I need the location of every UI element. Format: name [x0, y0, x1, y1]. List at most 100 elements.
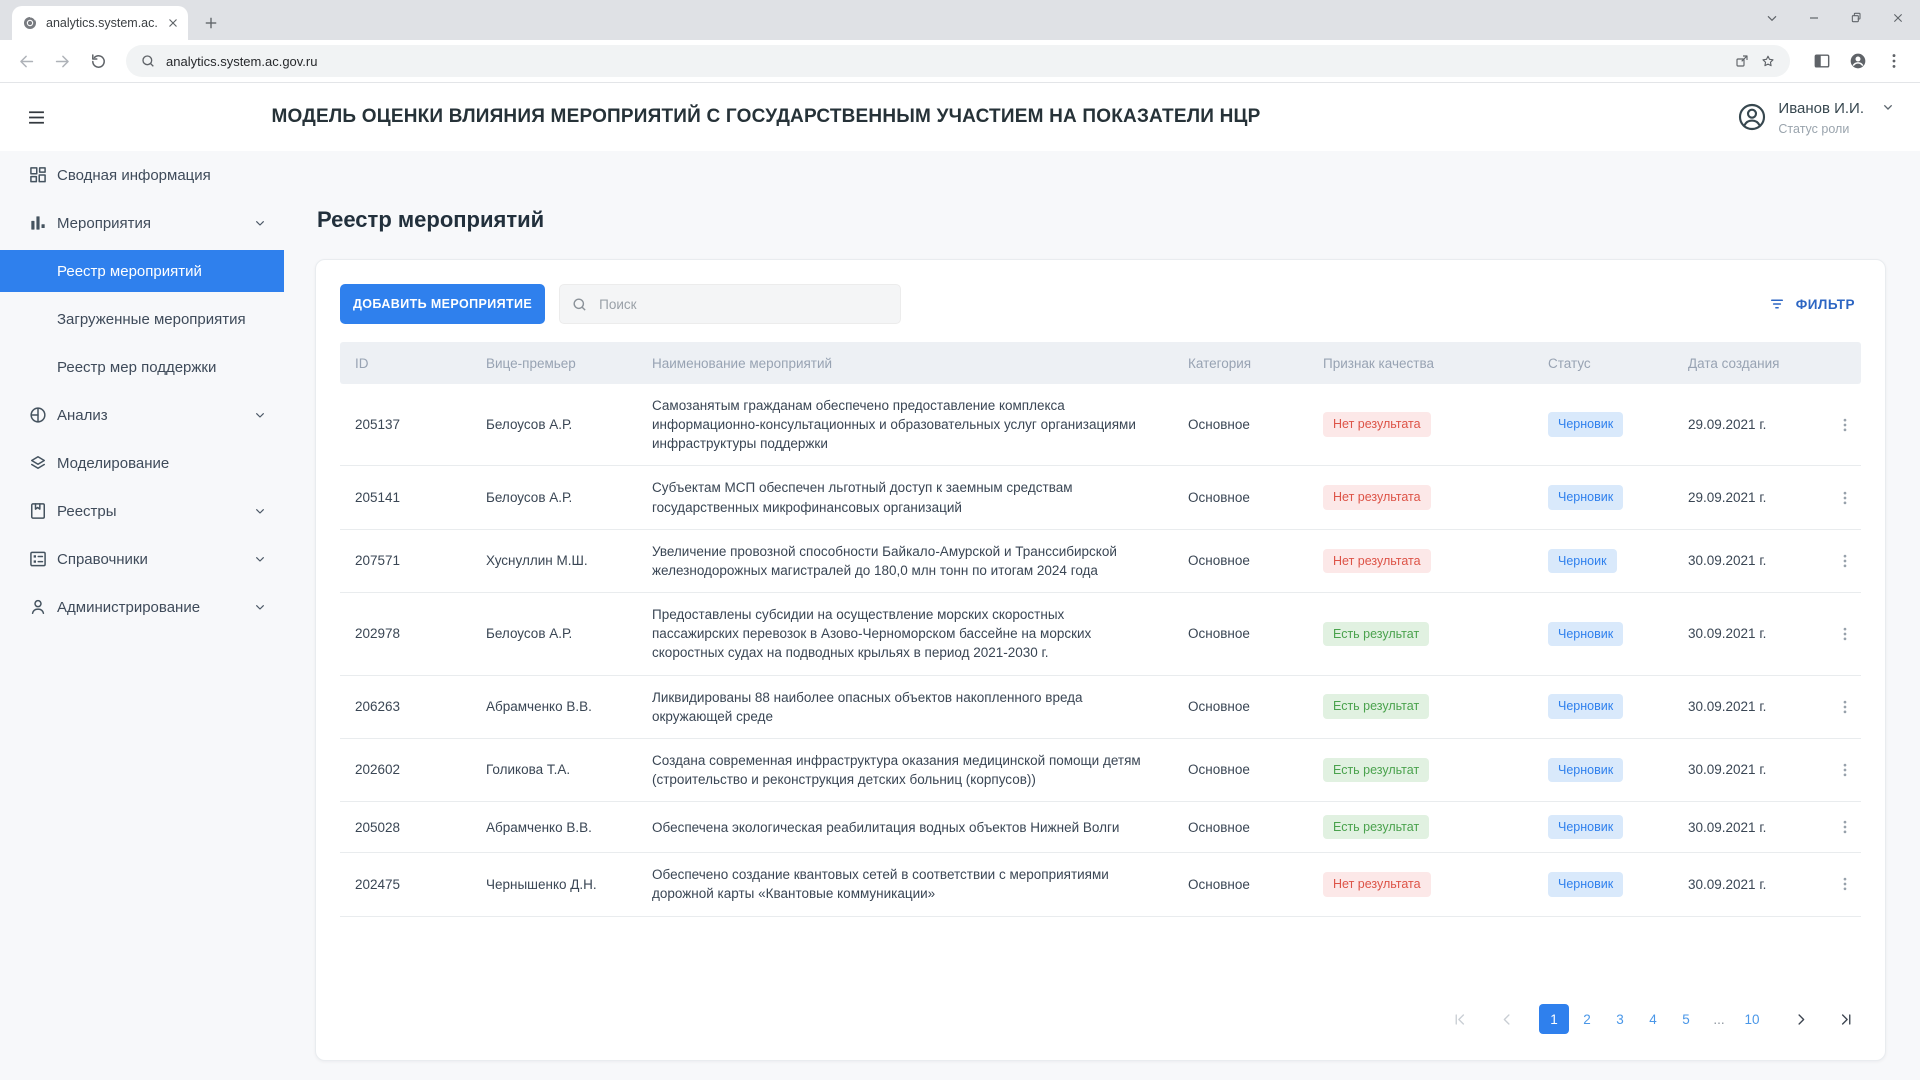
app-header: МОДЕЛЬ ОЦЕНКИ ВЛИЯНИЯ МЕРОПРИЯТИЙ С ГОСУ… — [0, 83, 1920, 151]
browser-tab[interactable]: analytics.system.ac... — [12, 6, 188, 40]
chevron-down-icon[interactable] — [1880, 99, 1896, 119]
back-icon[interactable] — [12, 47, 40, 75]
cell-id: 202978 — [355, 624, 486, 643]
row-actions-button[interactable] — [1832, 757, 1858, 783]
status-badge: Черноик — [1548, 549, 1617, 574]
new-tab-button[interactable] — [202, 14, 220, 32]
table-row: 202475Чернышенко Д.Н.Обеспечено создание… — [340, 853, 1861, 916]
table-row: 207571Хуснуллин М.Ш.Увеличение провозной… — [340, 530, 1861, 593]
bar-chart-icon — [28, 213, 48, 233]
page-button-3[interactable]: 3 — [1605, 1004, 1635, 1034]
row-actions-button[interactable] — [1832, 694, 1858, 720]
sidebar-item-events-registry[interactable]: Реестр мероприятий — [0, 250, 284, 292]
user-menu[interactable]: Иванов И.И. Статус роли — [1476, 99, 1896, 136]
page-button-2[interactable]: 2 — [1572, 1004, 1602, 1034]
quality-badge: Есть результат — [1323, 815, 1429, 840]
cell-vice-premier: Белоусов А.Р. — [486, 624, 652, 643]
page-button-5[interactable]: 5 — [1671, 1004, 1701, 1034]
pagination-next-page-button[interactable] — [1786, 1004, 1816, 1034]
browser-menu-icon[interactable] — [1884, 51, 1904, 71]
sidebar-item-events[interactable]: Мероприятия — [0, 199, 284, 247]
cell-vice-premier: Белоусов А.Р. — [486, 415, 652, 434]
window-close-icon[interactable] — [1890, 10, 1906, 31]
kebab-icon — [1836, 761, 1854, 779]
pagination-first-page-button[interactable] — [1445, 1004, 1475, 1034]
quality-badge: Нет результата — [1323, 412, 1431, 437]
row-actions-button[interactable] — [1832, 412, 1858, 438]
cell-vice-premier: Чернышенко Д.Н. — [486, 875, 652, 894]
cell-event-name: Предоставлены субсидии на осуществление … — [652, 605, 1188, 662]
sidebar-item-analysis[interactable]: Анализ — [0, 391, 284, 439]
sidebar-item-administration[interactable]: Администрирование — [0, 583, 284, 631]
row-actions-button[interactable] — [1832, 621, 1858, 647]
bookmark-star-icon[interactable] — [1760, 53, 1776, 69]
cell-id: 205137 — [355, 415, 486, 434]
sidebar-item-modeling[interactable]: Моделирование — [0, 439, 284, 487]
kebab-icon — [1836, 552, 1854, 570]
row-actions-button[interactable] — [1832, 814, 1858, 840]
kebab-icon — [1836, 625, 1854, 643]
share-icon[interactable] — [1734, 53, 1750, 69]
add-event-button[interactable]: ДОБАВИТЬ МЕРОПРИЯТИЕ — [340, 284, 545, 324]
browser-profile-icon[interactable] — [1848, 51, 1868, 71]
sidebar-item-label: Мероприятия — [57, 215, 151, 232]
page-button-10[interactable]: 10 — [1737, 1004, 1767, 1034]
sidebar-item-support-measures-registry[interactable]: Реестр мер поддержки — [0, 343, 284, 391]
pie-chart-icon — [28, 405, 48, 425]
tab-close-icon[interactable] — [166, 16, 180, 30]
sidebar-item-label: Сводная информация — [57, 167, 211, 184]
sidebar-item-label: Моделирование — [57, 455, 169, 472]
cell-date: 30.09.2021 г. — [1688, 551, 1828, 570]
sidebar-item-directories[interactable]: Справочники — [0, 535, 284, 583]
quality-badge: Есть результат — [1323, 694, 1429, 719]
table-row: 202602Голикова Т.А.Создана современная и… — [340, 739, 1861, 802]
cell-date: 29.09.2021 г. — [1688, 488, 1828, 507]
status-badge: Черновик — [1548, 815, 1623, 840]
page-button-1[interactable]: 1 — [1539, 1004, 1569, 1034]
sidebar-item-label: Анализ — [57, 407, 108, 424]
menu-hamburger-icon[interactable] — [16, 97, 56, 137]
row-actions-button[interactable] — [1832, 548, 1858, 574]
sidebar-item-label: Справочники — [57, 551, 148, 568]
window-menu-chevron-icon[interactable] — [1764, 10, 1780, 31]
sidebar-item-uploaded-events[interactable]: Загруженные мероприятия — [0, 295, 284, 343]
cell-event-name: Увеличение провозной способности Байкало… — [652, 542, 1188, 580]
status-badge: Черновик — [1548, 622, 1623, 647]
address-bar[interactable]: analytics.system.ac.gov.ru — [126, 45, 1790, 77]
pagination-previous-page-button[interactable] — [1492, 1004, 1522, 1034]
sidebar-item-summary-info[interactable]: Сводная информация — [0, 151, 284, 199]
cell-id: 206263 — [355, 697, 486, 716]
side-panel-icon[interactable] — [1812, 51, 1832, 71]
filter-button[interactable]: ФИЛЬТР — [1762, 294, 1861, 314]
filter-icon — [1768, 295, 1786, 313]
cell-vice-premier: Хуснуллин М.Ш. — [486, 551, 652, 570]
status-badge: Черновик — [1548, 412, 1623, 437]
search-input[interactable] — [597, 296, 889, 313]
search-icon — [140, 53, 156, 69]
browser-tab-strip: analytics.system.ac... — [0, 0, 1920, 40]
quality-badge: Нет результата — [1323, 872, 1431, 897]
kebab-icon — [1836, 416, 1854, 434]
cell-date: 29.09.2021 г. — [1688, 415, 1828, 434]
app-title: МОДЕЛЬ ОЦЕНКИ ВЛИЯНИЯ МЕРОПРИЯТИЙ С ГОСУ… — [56, 106, 1476, 128]
forward-icon[interactable] — [48, 47, 76, 75]
pagination-last-page-button[interactable] — [1831, 1004, 1861, 1034]
reload-icon[interactable] — [84, 47, 112, 75]
column-header: ID — [355, 356, 486, 371]
cell-id: 205028 — [355, 818, 486, 837]
window-restore-icon[interactable] — [1848, 10, 1864, 31]
page-button-4[interactable]: 4 — [1638, 1004, 1668, 1034]
sidebar-item-registries[interactable]: Реестры — [0, 487, 284, 535]
cell-event-name: Ликвидированы 88 наиболее опасных объект… — [652, 688, 1188, 726]
row-actions-button[interactable] — [1832, 871, 1858, 897]
browser-window: analytics.system.ac... analytics.system.… — [0, 0, 1920, 1080]
search-box — [559, 284, 901, 324]
user-role-status: Статус роли — [1778, 122, 1896, 136]
window-minimize-icon[interactable] — [1806, 10, 1822, 31]
cell-event-name: Создана современная инфраструктура оказа… — [652, 751, 1188, 789]
row-actions-button[interactable] — [1832, 485, 1858, 511]
status-badge: Черновик — [1548, 758, 1623, 783]
cell-date: 30.09.2021 г. — [1688, 697, 1828, 716]
cell-id: 205141 — [355, 488, 486, 507]
chevron-down-icon — [252, 551, 268, 567]
